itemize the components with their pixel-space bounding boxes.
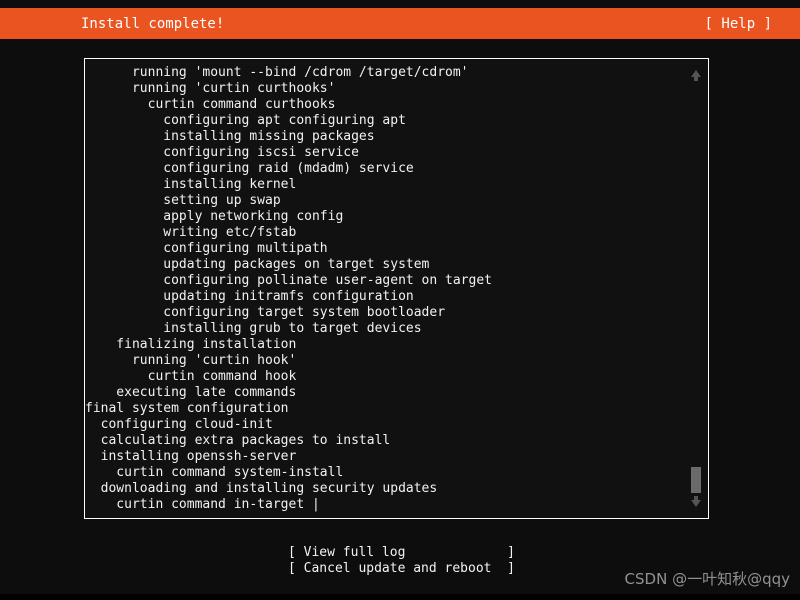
log-line: installing grub to target devices (85, 321, 422, 336)
log-line: running 'curtin hook' (85, 353, 297, 368)
log-line: configuring target system bootloader (85, 305, 446, 320)
log-line: configuring cloud-init (85, 417, 273, 432)
bottom-strip (0, 594, 800, 600)
log-line: calculating extra packages to install (85, 433, 391, 448)
log-line: configuring multipath (85, 241, 328, 256)
install-log-lines: running 'mount --bind /cdrom /target/cdr… (85, 65, 685, 513)
log-line: configuring apt configuring apt (85, 113, 406, 128)
log-line: downloading and installing security upda… (85, 481, 438, 496)
log-line: curtin command hook (85, 369, 297, 384)
footer-button-group: [ View full log ][ Cancel update and reb… (288, 545, 515, 577)
log-line: running 'curtin curthooks' (85, 81, 336, 96)
cancel-update-and-reboot-button[interactable]: [ Cancel update and reboot ] (288, 561, 515, 577)
view-full-log-button[interactable]: [ View full log ] (288, 545, 515, 561)
log-line: executing late commands (85, 385, 297, 400)
log-line: configuring pollinate user-agent on targ… (85, 273, 492, 288)
log-line: final system configuration (85, 401, 289, 416)
page-title: Install complete! (81, 15, 225, 32)
log-line: curtin command system-install (85, 465, 344, 480)
scroll-down-arrow-icon[interactable] (691, 496, 701, 507)
help-button[interactable]: [ Help ] (705, 16, 772, 32)
install-log-panel: running 'mount --bind /cdrom /target/cdr… (84, 58, 709, 519)
log-line: running 'mount --bind /cdrom /target/cdr… (85, 65, 469, 80)
log-line: curtin command in-target | (85, 497, 320, 512)
log-line: updating initramfs configuration (85, 289, 414, 304)
top-strip (0, 0, 800, 8)
scrollbar-thumb[interactable] (691, 467, 701, 493)
log-line: curtin command curthooks (85, 97, 336, 112)
log-line: setting up swap (85, 193, 281, 208)
log-line: writing etc/fstab (85, 225, 297, 240)
log-scrollbar[interactable] (685, 60, 707, 518)
log-line: configuring iscsi service (85, 145, 359, 160)
scroll-up-arrow-icon[interactable] (691, 70, 701, 81)
log-line: installing openssh-server (85, 449, 297, 464)
log-line: finalizing installation (85, 337, 297, 352)
log-line: updating packages on target system (85, 257, 430, 272)
log-line: installing missing packages (85, 129, 375, 144)
header-bar: Install complete! [ Help ] (0, 8, 800, 39)
watermark: CSDN @一叶知秋@qqy (624, 570, 790, 588)
log-line: installing kernel (85, 177, 297, 192)
log-line: configuring raid (mdadm) service (85, 161, 414, 176)
log-line: apply networking config (85, 209, 344, 224)
